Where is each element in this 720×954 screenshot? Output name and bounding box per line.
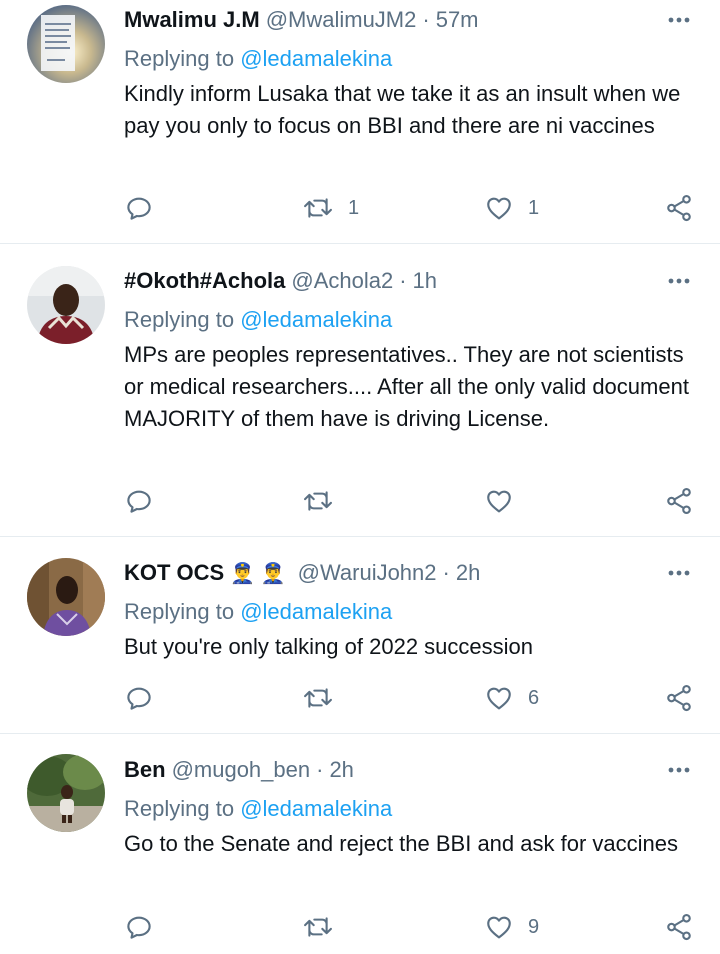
display-name[interactable]: KOT OCS — [124, 560, 224, 586]
reply-tweet[interactable]: #Okoth#Achola @Achola2 · 1h Replying to … — [0, 244, 720, 536]
reply-button[interactable] — [124, 911, 154, 943]
retweet-button[interactable]: 1 — [302, 192, 359, 224]
avatar[interactable] — [27, 5, 105, 83]
retweet-icon — [304, 198, 332, 218]
like-count: 1 — [528, 196, 540, 219]
like-count: 9 — [528, 915, 540, 938]
replying-to: Replying to @ledamalekina — [124, 307, 392, 333]
like-button[interactable] — [484, 485, 528, 517]
separator-dot: · — [442, 560, 450, 585]
reply-tweet[interactable]: Ben @mugoh_ben · 2h Replying to @ledamal… — [0, 734, 720, 954]
replying-to: Replying to @ledamalekina — [124, 46, 392, 72]
more-icon — [668, 278, 690, 284]
separator-dot: · — [422, 7, 430, 32]
heart-icon — [487, 916, 511, 939]
display-name[interactable]: #Okoth#Achola — [124, 268, 285, 294]
replying-to-label: Replying to — [124, 307, 235, 332]
retweet-button[interactable] — [302, 911, 348, 943]
avatar[interactable] — [27, 558, 105, 636]
like-button[interactable]: 6 — [484, 682, 539, 714]
display-name[interactable]: Ben — [124, 757, 166, 783]
reply-button[interactable] — [124, 192, 154, 224]
avatar[interactable] — [27, 754, 105, 832]
like-count: 6 — [528, 686, 540, 709]
tweet-text: Go to the Senate and reject the BBI and … — [124, 831, 678, 856]
reply-icon — [127, 687, 151, 710]
retweet-icon — [304, 688, 332, 708]
share-icon — [667, 913, 691, 941]
retweet-icon — [304, 917, 332, 937]
reply-tweet[interactable]: Mwalimu J.M @MwalimuJM2 · 57m Replying t… — [0, 0, 720, 243]
timestamp[interactable]: 2h — [329, 757, 353, 783]
mention-link[interactable]: @ledamalekina — [240, 599, 392, 624]
like-button[interactable]: 1 — [484, 192, 539, 224]
reply-icon — [127, 197, 151, 220]
more-options-button[interactable] — [664, 558, 694, 588]
user-handle[interactable]: @MwalimuJM2 — [266, 7, 417, 33]
timestamp[interactable]: 2h — [456, 560, 480, 586]
share-button[interactable] — [664, 485, 694, 517]
more-options-button[interactable] — [664, 755, 694, 785]
replying-to-label: Replying to — [124, 46, 235, 71]
reply-button[interactable] — [124, 485, 154, 517]
tweet-text: Kindly inform Lusaka that we take it as … — [124, 81, 681, 138]
separator-dot: · — [316, 757, 324, 782]
timestamp[interactable]: 1h — [413, 268, 437, 294]
more-icon — [668, 17, 690, 23]
reply-button[interactable] — [124, 682, 154, 714]
replying-to-label: Replying to — [124, 599, 235, 624]
user-handle[interactable]: @WaruiJohn2 — [298, 560, 437, 586]
share-icon — [667, 194, 691, 222]
share-button[interactable] — [664, 192, 694, 224]
mention-link[interactable]: @ledamalekina — [240, 46, 392, 71]
retweet-button[interactable] — [302, 682, 348, 714]
share-icon — [667, 487, 691, 515]
replying-to: Replying to @ledamalekina — [124, 599, 392, 625]
retweet-icon — [304, 491, 332, 511]
share-button[interactable] — [664, 682, 694, 714]
tweet-text: But you're only talking of 2022 successi… — [124, 634, 533, 659]
timestamp[interactable]: 57m — [436, 7, 479, 33]
heart-icon — [487, 490, 511, 513]
mention-link[interactable]: @ledamalekina — [240, 796, 392, 821]
display-name[interactable]: Mwalimu J.M — [124, 7, 260, 33]
more-icon — [668, 767, 690, 773]
replying-to-label: Replying to — [124, 796, 235, 821]
reply-icon — [127, 916, 151, 939]
separator-dot: · — [399, 268, 407, 293]
share-icon — [667, 684, 691, 712]
more-options-button[interactable] — [664, 266, 694, 296]
replying-to: Replying to @ledamalekina — [124, 796, 392, 822]
avatar[interactable] — [27, 266, 105, 344]
reply-icon — [127, 490, 151, 513]
share-button[interactable] — [664, 911, 694, 943]
retweet-count: 1 — [348, 196, 360, 219]
retweet-button[interactable] — [302, 485, 348, 517]
mention-link[interactable]: @ledamalekina — [240, 307, 392, 332]
heart-icon — [487, 687, 511, 710]
user-handle[interactable]: @Achola2 — [291, 268, 393, 294]
tweet-text: MPs are peoples representatives.. They a… — [124, 342, 689, 431]
user-handle[interactable]: @mugoh_ben — [172, 757, 311, 783]
reply-tweet[interactable]: KOT OCS 👮‍♂️ 👮‍♂️ @WaruiJohn2 · 2h Reply… — [0, 537, 720, 733]
like-button[interactable]: 9 — [484, 911, 539, 943]
police-officer-emoji-badges: 👮‍♂️ 👮‍♂️ — [230, 562, 286, 585]
heart-icon — [487, 197, 511, 220]
more-options-button[interactable] — [664, 5, 694, 35]
more-icon — [668, 570, 690, 576]
